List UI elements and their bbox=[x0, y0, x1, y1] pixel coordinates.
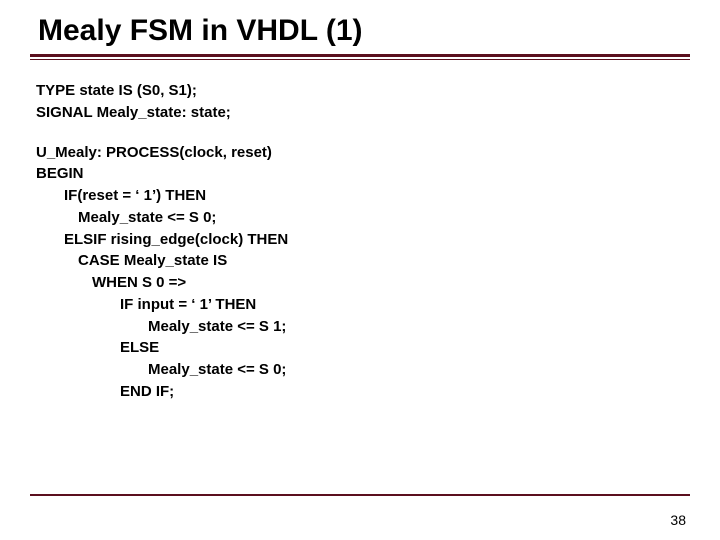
code-line: END IF; bbox=[36, 381, 720, 403]
code-line: IF(reset = ‘ 1’) THEN bbox=[36, 185, 720, 207]
code-line: TYPE state IS (S0, S1); bbox=[36, 80, 720, 102]
code-line: SIGNAL Mealy_state: state; bbox=[36, 102, 720, 124]
code-line: CASE Mealy_state IS bbox=[36, 250, 720, 272]
code-line: Mealy_state <= S 0; bbox=[36, 359, 720, 381]
footer-rule bbox=[30, 494, 690, 496]
code-line: IF input = ‘ 1’ THEN bbox=[36, 294, 720, 316]
page-number: 38 bbox=[670, 512, 686, 528]
code-line: BEGIN bbox=[36, 163, 720, 185]
code-line: WHEN S 0 => bbox=[36, 272, 720, 294]
code-line: Mealy_state <= S 0; bbox=[36, 207, 720, 229]
page-title: Mealy FSM in VHDL (1) bbox=[0, 0, 720, 48]
code-line: U_Mealy: PROCESS(clock, reset) bbox=[36, 142, 720, 164]
code-line: ELSE bbox=[36, 337, 720, 359]
code-line: ELSIF rising_edge(clock) THEN bbox=[36, 229, 720, 251]
code-line: Mealy_state <= S 1; bbox=[36, 316, 720, 338]
code-block: TYPE state IS (S0, S1); SIGNAL Mealy_sta… bbox=[0, 60, 720, 403]
blank-line bbox=[36, 124, 720, 142]
